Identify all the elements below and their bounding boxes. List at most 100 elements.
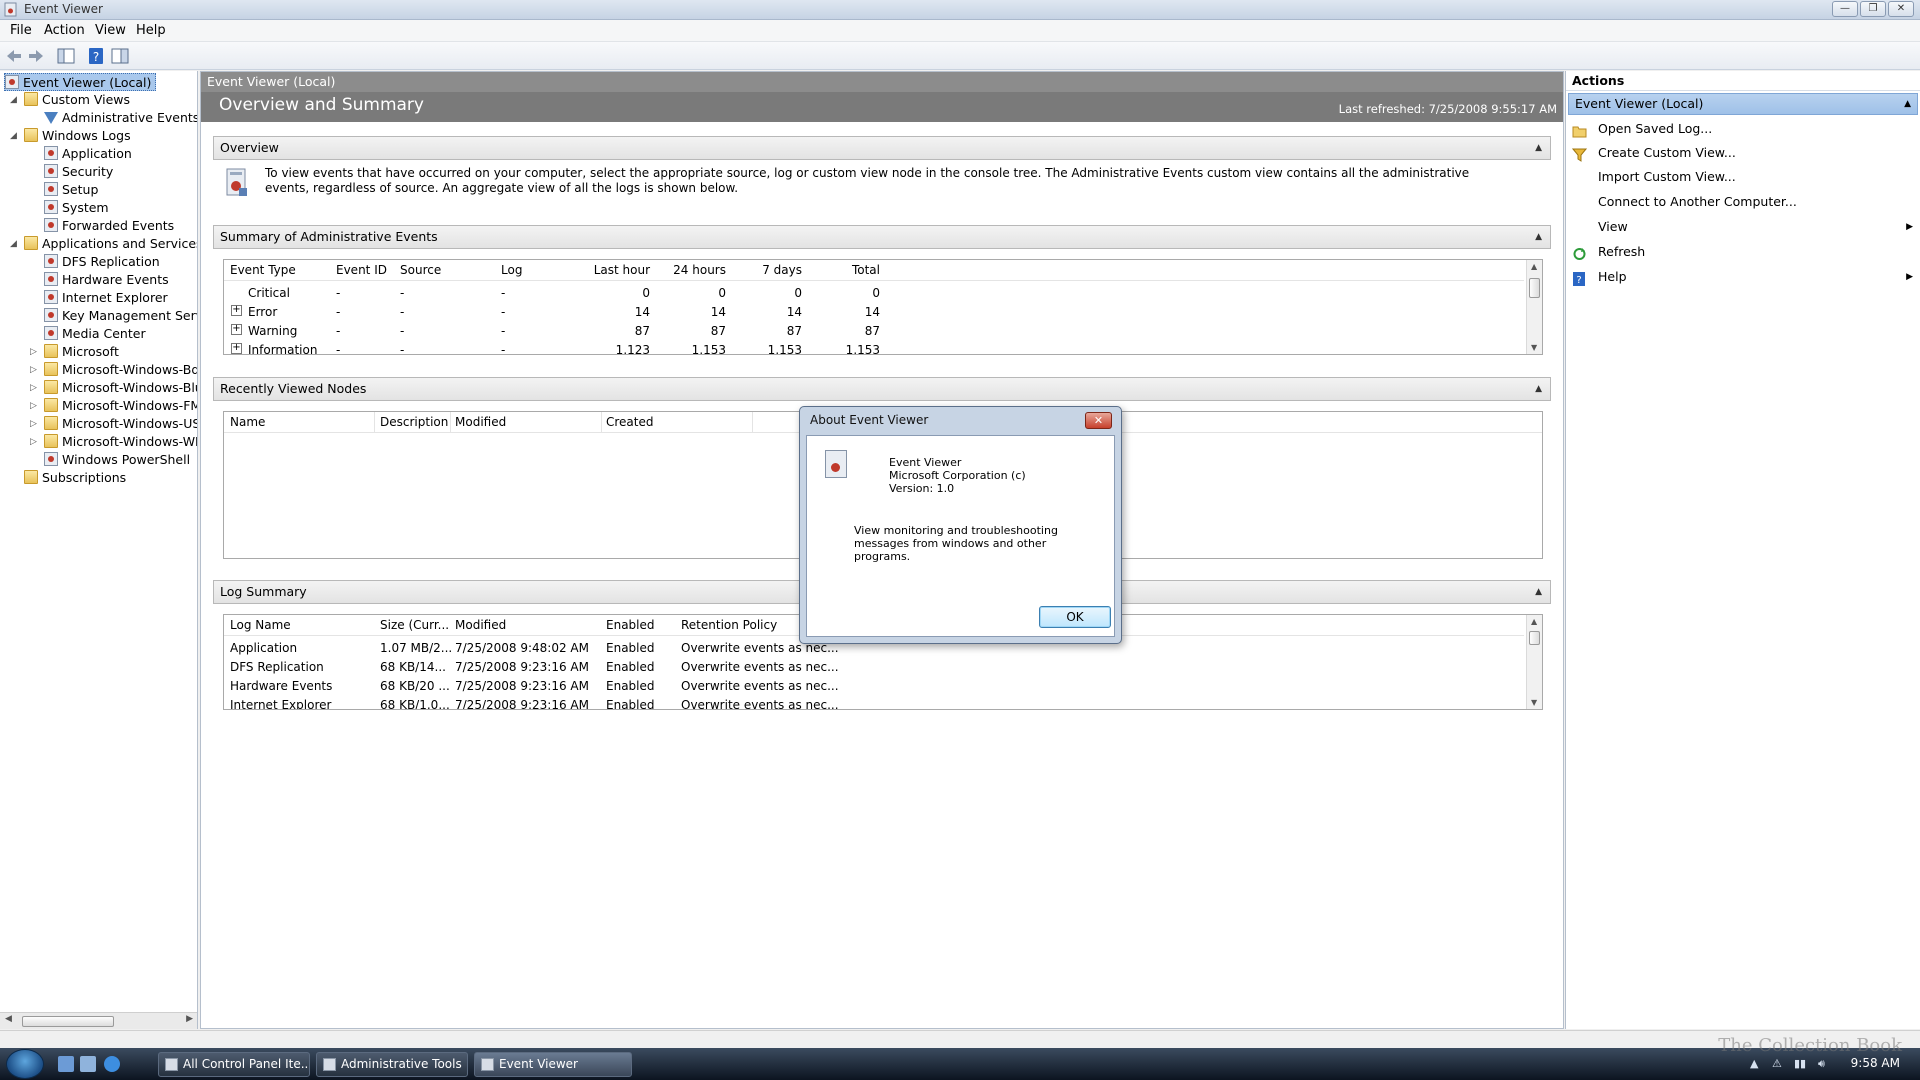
maximize-button[interactable]: ❐ — [1860, 1, 1886, 17]
column-header-name[interactable]: Name — [230, 412, 265, 432]
column-header-24-hours[interactable]: 24 hours — [664, 260, 726, 280]
action-help[interactable]: ? Help ▶ — [1566, 265, 1920, 289]
column-header-event-id[interactable]: Event ID — [336, 260, 387, 280]
security-warning-icon[interactable]: ⚠ — [1772, 1057, 1782, 1070]
collapse-section-icon[interactable]: ▲ — [1535, 137, 1542, 159]
recently-viewed-section-header[interactable]: Recently Viewed Nodes ▲ — [213, 377, 1551, 401]
collapse-arrow-icon[interactable]: ◢ — [10, 131, 17, 141]
summary-vertical-scrollbar[interactable]: ▲ ▼ — [1526, 260, 1542, 354]
show-hide-console-tree-icon[interactable] — [56, 46, 78, 66]
scroll-thumb[interactable] — [1529, 278, 1540, 298]
help-icon[interactable]: ? — [86, 46, 108, 66]
close-button[interactable]: ✕ — [1888, 1, 1914, 17]
column-header-7-days[interactable]: 7 days — [740, 260, 802, 280]
switch-windows-icon[interactable] — [80, 1056, 96, 1072]
column-header-event-type[interactable]: Event Type — [230, 260, 296, 280]
expand-arrow-icon[interactable]: ▷ — [30, 365, 37, 375]
tree-node-microsoft[interactable]: Microsoft — [44, 343, 119, 361]
column-header-last-hour[interactable]: Last hour — [590, 260, 650, 280]
tree-node-subscriptions[interactable]: Subscriptions — [24, 469, 126, 487]
menu-file[interactable]: File — [10, 23, 32, 38]
column-header-size[interactable]: Size (Curr... — [380, 615, 449, 635]
action-open-saved-log[interactable]: Open Saved Log... — [1566, 117, 1920, 141]
tree-node-applications-and-services[interactable]: Applications and Services Lo — [24, 235, 197, 253]
menu-view[interactable]: View — [95, 23, 126, 38]
column-header-description[interactable]: Description — [380, 412, 448, 432]
dialog-close-button[interactable]: ✕ — [1085, 412, 1112, 429]
expand-row-icon[interactable]: + — [231, 324, 242, 335]
action-view[interactable]: View ▶ — [1566, 215, 1920, 239]
expand-arrow-icon[interactable]: ▷ — [30, 419, 37, 429]
expand-row-icon[interactable]: + — [231, 343, 242, 354]
tree-node-event-viewer-local[interactable]: Event Viewer (Local) — [4, 73, 157, 91]
tree-node-microsoft-windows-bde[interactable]: Microsoft-Windows-Bde — [44, 361, 197, 379]
expand-row-icon[interactable]: + — [231, 305, 242, 316]
taskbar-item-control-panel[interactable]: All Control Panel Ite... — [158, 1052, 310, 1077]
scroll-up-arrow-icon[interactable]: ▲ — [1531, 262, 1537, 271]
tree-node-internet-explorer[interactable]: Internet Explorer — [44, 289, 168, 307]
column-header-modified[interactable]: Modified — [455, 615, 506, 635]
collapse-section-icon[interactable]: ▲ — [1535, 581, 1542, 603]
collapse-arrow-icon[interactable]: ◢ — [10, 239, 17, 249]
tree-node-key-management-service[interactable]: Key Management Service — [44, 307, 197, 325]
internet-explorer-icon[interactable] — [104, 1056, 120, 1072]
taskbar-item-event-viewer[interactable]: Event Viewer — [474, 1052, 632, 1077]
column-header-enabled[interactable]: Enabled — [606, 615, 655, 635]
tree-node-dfs-replication[interactable]: DFS Replication — [44, 253, 160, 271]
tree-horizontal-scrollbar[interactable]: ◀ ▶ — [0, 1012, 197, 1029]
menu-action[interactable]: Action — [44, 23, 85, 38]
menu-help[interactable]: Help — [136, 23, 166, 38]
tree-node-media-center[interactable]: Media Center — [44, 325, 146, 343]
tree-node-forwarded-events[interactable]: Forwarded Events — [44, 217, 174, 235]
column-header-retention-policy[interactable]: Retention Policy — [681, 615, 777, 635]
tree-node-setup[interactable]: Setup — [44, 181, 98, 199]
tree-node-microsoft-windows-usp[interactable]: Microsoft-Windows-USP — [44, 415, 197, 433]
tree-node-microsoft-windows-blue[interactable]: Microsoft-Windows-Blue — [44, 379, 197, 397]
tree-node-windows-powershell[interactable]: Windows PowerShell — [44, 451, 190, 469]
scroll-right-arrow-icon[interactable]: ▶ — [186, 1014, 193, 1024]
actions-group-header[interactable]: Event Viewer (Local) ▲ — [1568, 93, 1918, 115]
column-header-total[interactable]: Total — [818, 260, 880, 280]
tree-node-administrative-events[interactable]: Administrative Events — [44, 109, 197, 127]
column-header-modified[interactable]: Modified — [455, 412, 506, 432]
log-summary-vertical-scrollbar[interactable]: ▲ ▼ — [1526, 615, 1542, 709]
tree-node-hardware-events[interactable]: Hardware Events — [44, 271, 169, 289]
minimize-button[interactable]: — — [1832, 1, 1858, 17]
action-create-custom-view[interactable]: Create Custom View... — [1566, 141, 1920, 165]
show-desktop-icon[interactable] — [58, 1056, 74, 1072]
scroll-left-arrow-icon[interactable]: ◀ — [5, 1014, 12, 1024]
column-header-source[interactable]: Source — [400, 260, 441, 280]
column-header-log-name[interactable]: Log Name — [230, 615, 291, 635]
show-hide-action-pane-icon[interactable] — [110, 46, 132, 66]
action-connect-to-another-computer[interactable]: Connect to Another Computer... — [1566, 190, 1920, 214]
tree-node-microsoft-windows-fms[interactable]: Microsoft-Windows-FMS — [44, 397, 197, 415]
show-hidden-icons-icon[interactable]: ▲ — [1750, 1057, 1758, 1070]
column-header-created[interactable]: Created — [606, 412, 654, 432]
collapse-section-icon[interactable]: ▲ — [1535, 226, 1542, 248]
forward-arrow-icon[interactable] — [26, 46, 48, 66]
scroll-thumb[interactable] — [1529, 631, 1540, 645]
tree-node-windows-logs[interactable]: Windows Logs — [24, 127, 131, 145]
taskbar-item-administrative-tools[interactable]: Administrative Tools — [316, 1052, 468, 1077]
volume-icon[interactable]: 🔊︎ — [1818, 1057, 1825, 1071]
ok-button[interactable]: OK — [1039, 606, 1111, 628]
expand-arrow-icon[interactable]: ▷ — [30, 383, 37, 393]
expand-arrow-icon[interactable]: ▷ — [30, 347, 37, 357]
action-refresh[interactable]: Refresh — [1566, 240, 1920, 264]
back-arrow-icon[interactable] — [4, 46, 26, 66]
tree-node-security[interactable]: Security — [44, 163, 113, 181]
scroll-down-arrow-icon[interactable]: ▼ — [1531, 343, 1537, 352]
scroll-up-arrow-icon[interactable]: ▲ — [1531, 617, 1537, 626]
action-import-custom-view[interactable]: Import Custom View... — [1566, 165, 1920, 189]
collapse-arrow-icon[interactable]: ◢ — [10, 95, 17, 105]
tree-node-system[interactable]: System — [44, 199, 109, 217]
collapse-section-icon[interactable]: ▲ — [1535, 378, 1542, 400]
collapse-group-icon[interactable]: ▲ — [1904, 94, 1911, 114]
overview-section-header[interactable]: Overview ▲ — [213, 136, 1551, 160]
tree-node-microsoft-windows-wpi[interactable]: Microsoft-Windows-WPI — [44, 433, 197, 451]
column-header-log[interactable]: Log — [501, 260, 522, 280]
network-icon[interactable]: ▮▮ — [1794, 1057, 1806, 1070]
start-orb-icon[interactable] — [6, 1049, 44, 1079]
scroll-down-arrow-icon[interactable]: ▼ — [1531, 698, 1537, 707]
expand-arrow-icon[interactable]: ▷ — [30, 401, 37, 411]
